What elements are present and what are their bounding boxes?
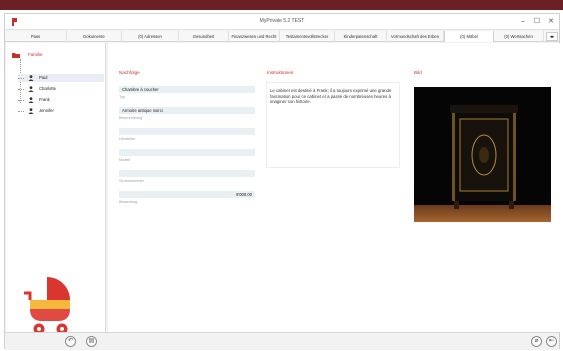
tab-dokumente[interactable]: Dokumente (67, 31, 122, 42)
person-icon (28, 108, 34, 114)
tab-bar: Pass Dokumente (0) Adressen Gesundheit F… (5, 31, 559, 42)
furniture-photo[interactable] (414, 87, 551, 222)
typ-field[interactable]: Chambre à coucher (119, 86, 255, 93)
person-icon (28, 75, 34, 81)
tree-root-familie[interactable]: Familie (12, 51, 43, 59)
seriennummer-label: Seriennummer (119, 179, 144, 183)
back-icon[interactable]: ↶ (65, 336, 76, 347)
section-title-nachfolge: Nachfolge (119, 70, 140, 75)
family-sidebar: Familie Paul Charlotte Frank Jennifer (6, 43, 106, 335)
attachment-icon[interactable]: ⌀ (531, 336, 542, 347)
tree-item-paul[interactable]: Paul (18, 74, 104, 82)
section-title-instruktionen: Instruktionen (267, 70, 294, 75)
modell-label: Modell (119, 158, 131, 162)
tab-kinderpatenschaft[interactable]: Kinderpatenschaft (335, 31, 387, 42)
tab-moebel[interactable]: (0) Möbel (444, 31, 494, 42)
close-icon[interactable]: ✕ (545, 17, 557, 27)
beschreibung-field[interactable]: Armoire antique noirci (119, 107, 255, 114)
hersteller-label: Hersteller (119, 137, 136, 141)
tab-finanzwesen[interactable]: Finanzwesen und Recht (229, 31, 280, 42)
tab-pass[interactable]: Pass (5, 31, 67, 42)
hersteller-field[interactable] (119, 128, 255, 135)
bewertung-label: Bewertung (119, 200, 138, 204)
title-bar: MyPrivate 5.2 TEST – ☐ ✕ (5, 14, 559, 30)
print-icon[interactable]: ▤ (86, 336, 97, 347)
tree-item-jennifer[interactable]: Jennifer (18, 107, 104, 115)
tab-vormundschaft[interactable]: Vormundschaft des Erben (387, 31, 444, 42)
tree-item-label: Frank (39, 97, 50, 102)
main-panel: Nachfolge Chambre à coucher Typ Armoire … (108, 43, 560, 332)
tab-testamentsvollstrecker[interactable]: Testamentsvollstrecker (280, 31, 335, 42)
tree-item-label: Paul (39, 75, 48, 80)
top-stripe (0, 0, 563, 10)
baby-stroller-icon (24, 277, 70, 335)
window-title: MyPrivate 5.2 TEST (259, 18, 305, 24)
tree-item-label: Jennifer (39, 108, 54, 113)
person-icon (28, 97, 34, 103)
person-icon (28, 86, 34, 92)
cabinet-illustration (414, 87, 551, 222)
bewertung-field[interactable]: 6'000.00 (119, 191, 255, 198)
minimize-icon[interactable]: – (517, 17, 529, 27)
beschreibung-label: Beschreibung (119, 116, 143, 120)
typ-label: Typ (119, 95, 126, 99)
tab-wertsachen[interactable]: (0) Wertsachen (494, 31, 544, 42)
tree-item-frank[interactable]: Frank (18, 96, 104, 104)
logout-icon[interactable]: ⇤ (546, 336, 557, 347)
maximize-icon[interactable]: ☐ (531, 17, 543, 27)
tree-item-charlotte[interactable]: Charlotte (18, 85, 104, 93)
tree-root-label: Familie (28, 52, 43, 57)
bottom-toolbar: ↶ ▤ ⌀ ⇤ (5, 332, 559, 350)
folder-icon (12, 53, 20, 58)
instruktionen-text[interactable]: Le cabinet est destiné à Frank; il a tou… (266, 82, 400, 168)
tab-adressen[interactable]: (0) Adressen (122, 31, 179, 42)
modell-field[interactable] (119, 149, 255, 156)
app-window: MyPrivate 5.2 TEST – ☐ ✕ Pass Dokumente … (4, 13, 560, 350)
tab-scroll-arrows-icon[interactable]: ◂▸ (546, 32, 558, 41)
tree-item-label: Charlotte (39, 86, 56, 91)
tab-gesundheit[interactable]: Gesundheit (179, 31, 229, 42)
seriennummer-field[interactable] (119, 170, 255, 177)
section-title-bild: Bild (414, 70, 422, 75)
